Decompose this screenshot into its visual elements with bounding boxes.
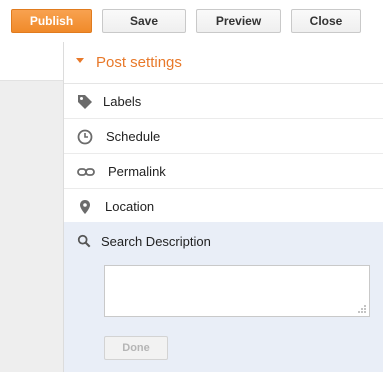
editor-toolbar: Publish Save Preview Close xyxy=(0,0,383,42)
caret-down-icon xyxy=(76,58,84,63)
clock-icon xyxy=(77,129,93,145)
search-description-textarea[interactable] xyxy=(104,265,370,317)
resize-grip-icon[interactable] xyxy=(357,304,367,314)
post-settings-header[interactable]: Post settings xyxy=(64,42,383,84)
settings-item-permalink[interactable]: Permalink xyxy=(64,154,383,189)
settings-item-label: Schedule xyxy=(106,129,161,144)
left-column xyxy=(0,81,63,372)
done-button[interactable]: Done xyxy=(104,336,168,360)
settings-item-label: Location xyxy=(105,199,155,214)
settings-item-labels[interactable]: Labels xyxy=(64,84,383,119)
settings-item-label: Permalink xyxy=(108,164,166,179)
post-settings-title: Post settings xyxy=(96,54,182,71)
preview-button[interactable]: Preview xyxy=(196,9,281,33)
post-settings-panel: Post settings Labels Schedule Permalink … xyxy=(63,42,383,372)
search-description-section: Search Description Done xyxy=(64,222,383,372)
settings-item-location[interactable]: Location xyxy=(64,189,383,224)
save-button[interactable]: Save xyxy=(102,9,186,33)
settings-item-label: Labels xyxy=(103,94,142,109)
left-column-top xyxy=(0,42,63,81)
link-icon xyxy=(77,168,95,176)
search-description-label: Search Description xyxy=(101,234,211,249)
location-pin-icon xyxy=(80,200,90,214)
settings-item-schedule[interactable]: Schedule xyxy=(64,119,383,154)
search-icon xyxy=(77,234,91,248)
publish-button[interactable]: Publish xyxy=(11,9,92,33)
close-button[interactable]: Close xyxy=(291,9,361,33)
tag-icon xyxy=(78,95,92,109)
